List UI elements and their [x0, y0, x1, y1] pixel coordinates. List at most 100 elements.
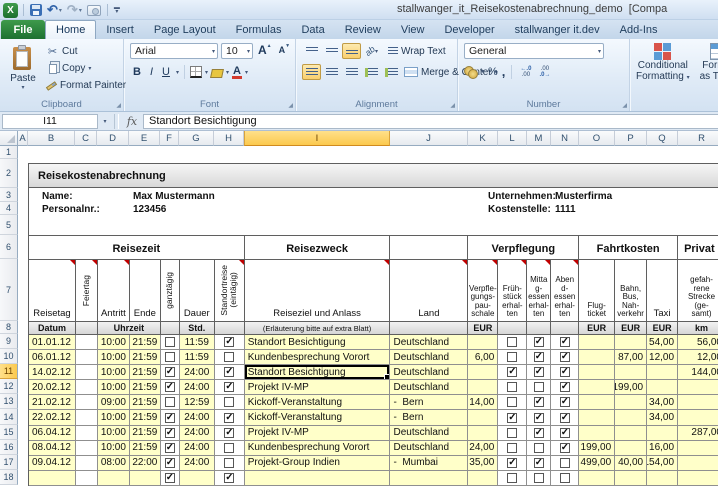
increase-font-size-button[interactable]: A▲ — [256, 43, 274, 59]
checked-checkbox-icon[interactable]: ✓ — [224, 428, 234, 438]
cell-O17[interactable]: 499,00 — [579, 456, 615, 471]
cell-H16[interactable] — [215, 441, 245, 456]
cell-P18[interactable] — [615, 471, 647, 486]
cell-I14[interactable]: Kickoff-Veranstaltung — [245, 410, 391, 425]
paste-dropdown-icon[interactable]: ▾ — [21, 84, 24, 91]
field-header-mittagessen[interactable]: Mitta g- essen erhal- ten — [527, 260, 551, 322]
increase-decimal-button[interactable]: ←.0.00 — [518, 66, 533, 78]
checked-checkbox-icon[interactable]: ✓ — [534, 428, 544, 438]
cell-D16[interactable]: 10:00 — [98, 441, 130, 456]
row-header-15[interactable]: 15 — [0, 425, 18, 440]
checked-checkbox-icon[interactable]: ✓ — [560, 413, 570, 423]
number-dialog-launcher-icon[interactable]: ◢ — [622, 102, 627, 109]
field-header-pauschale[interactable]: Verpfle- gungs- pau- schale — [468, 260, 498, 322]
name-value[interactable]: Max Mustermann — [133, 191, 215, 202]
underline-dropdown-icon[interactable]: ▾ — [176, 69, 179, 76]
cell-E14[interactable]: 21:59 — [130, 410, 161, 425]
orientation-button[interactable]: ab▾ — [362, 43, 381, 59]
cell-F9[interactable] — [161, 335, 180, 350]
cell-O13[interactable] — [579, 395, 615, 410]
cell-L9[interactable] — [498, 335, 527, 350]
redo-dropdown-icon[interactable]: ▾ — [79, 7, 82, 14]
ribbon-tab-view[interactable]: View — [391, 20, 435, 39]
unchecked-checkbox-icon[interactable] — [560, 473, 570, 483]
cell-Q11[interactable] — [647, 365, 678, 380]
cell-N10[interactable]: ✓ — [551, 350, 579, 365]
cell-P9[interactable] — [615, 335, 647, 350]
cell-B14[interactable]: 22.02.12 — [29, 410, 76, 425]
cell-E13[interactable]: 21:59 — [130, 395, 161, 410]
row-header-17[interactable]: 17 — [0, 455, 18, 470]
field-header-fruehstueck[interactable]: Früh- stück erhal- ten — [498, 260, 527, 322]
row-header-14[interactable]: 14 — [0, 409, 18, 424]
cell-J14[interactable]: - Bern — [390, 410, 468, 425]
ribbon-tab-stallwanger-it-dev[interactable]: stallwanger it.dev — [505, 20, 610, 39]
cell-B9[interactable]: 01.01.12 — [29, 335, 76, 350]
cell-M17[interactable]: ✓ — [527, 456, 551, 471]
format-painter-button[interactable]: Format Painter — [46, 77, 124, 94]
row-header-7[interactable]: 7 — [0, 259, 18, 321]
column-header-G[interactable]: G — [179, 131, 214, 146]
cell-G9[interactable]: 11:59 — [180, 335, 215, 350]
cell-F13[interactable] — [161, 395, 180, 410]
cell-N14[interactable]: ✓ — [551, 410, 579, 425]
cell-M11[interactable]: ✓ — [527, 365, 551, 380]
cell-D11[interactable]: 10:00 — [98, 365, 130, 380]
checked-checkbox-icon[interactable]: ✓ — [560, 428, 570, 438]
column-header-Q[interactable]: Q — [647, 131, 678, 146]
checked-checkbox-icon[interactable]: ✓ — [224, 413, 234, 423]
cell-N15[interactable]: ✓ — [551, 426, 579, 441]
checked-checkbox-icon[interactable]: ✓ — [534, 458, 544, 468]
checked-checkbox-icon[interactable]: ✓ — [507, 367, 517, 377]
cell-F14[interactable]: ✓ — [161, 410, 180, 425]
number-format-select[interactable]: General▾ — [464, 43, 604, 59]
borders-dropdown-icon[interactable]: ▾ — [205, 69, 208, 76]
column-header-F[interactable]: F — [160, 131, 179, 146]
cell-J11[interactable]: Deutschland — [390, 365, 468, 380]
cell-J10[interactable]: Deutschland — [390, 350, 468, 365]
cell-O9[interactable] — [579, 335, 615, 350]
cell-R18[interactable] — [678, 471, 718, 486]
cell-N18[interactable] — [551, 471, 579, 486]
cell-I10[interactable]: Kundenbesprechung Vorort — [245, 350, 391, 365]
cell-R10[interactable]: 12,00 — [678, 350, 718, 365]
comma-style-button[interactable]: , — [502, 64, 506, 79]
checked-checkbox-icon[interactable]: ✓ — [560, 443, 570, 453]
unchecked-checkbox-icon[interactable] — [507, 337, 517, 347]
field-header-land[interactable]: Land — [390, 260, 468, 322]
cell-I16[interactable]: Kundenbesprechung Vorort — [245, 441, 391, 456]
fill-color-dropdown-icon[interactable]: ▾ — [226, 69, 229, 76]
checked-checkbox-icon[interactable]: ✓ — [224, 473, 234, 483]
unchecked-checkbox-icon[interactable] — [224, 352, 234, 362]
unchecked-checkbox-icon[interactable] — [165, 397, 175, 407]
font-color-dropdown-icon[interactable]: ▾ — [245, 69, 248, 76]
column-header-A[interactable]: A — [18, 131, 28, 146]
decrease-indent-button[interactable] — [362, 64, 381, 80]
cell-R13[interactable] — [678, 395, 718, 410]
borders-icon[interactable] — [190, 66, 202, 78]
cell-P14[interactable] — [615, 410, 647, 425]
cell-R15[interactable]: 287,00 — [678, 426, 718, 441]
save-button[interactable] — [29, 2, 43, 18]
field-header-bahn[interactable]: Bahn, Bus, Nah- verkehr — [615, 260, 647, 322]
field-header-abendessen[interactable]: Aben d- essen erhal- ten — [551, 260, 579, 322]
cell-F15[interactable]: ✓ — [161, 426, 180, 441]
checked-checkbox-icon[interactable]: ✓ — [534, 337, 544, 347]
cell-L11[interactable]: ✓ — [498, 365, 527, 380]
cell-J15[interactable]: Deutschland — [390, 426, 468, 441]
cell-M14[interactable]: ✓ — [527, 410, 551, 425]
unchecked-checkbox-icon[interactable] — [507, 352, 517, 362]
cell-K15[interactable] — [468, 426, 498, 441]
cell-L15[interactable] — [498, 426, 527, 441]
cell-R17[interactable] — [678, 456, 718, 471]
ribbon-tab-data[interactable]: Data — [291, 20, 334, 39]
cell-H15[interactable]: ✓ — [215, 426, 245, 441]
unchecked-checkbox-icon[interactable] — [224, 443, 234, 453]
cell-Q12[interactable] — [647, 380, 678, 395]
align-top-button[interactable] — [302, 43, 321, 59]
unchecked-checkbox-icon[interactable] — [534, 443, 544, 453]
cell-N12[interactable]: ✓ — [551, 380, 579, 395]
field-header-datum[interactable]: Reisetag — [29, 260, 76, 322]
cut-button[interactable]: ✂Cut — [46, 43, 124, 60]
cell-I15[interactable]: Projekt IV-MP — [245, 426, 391, 441]
